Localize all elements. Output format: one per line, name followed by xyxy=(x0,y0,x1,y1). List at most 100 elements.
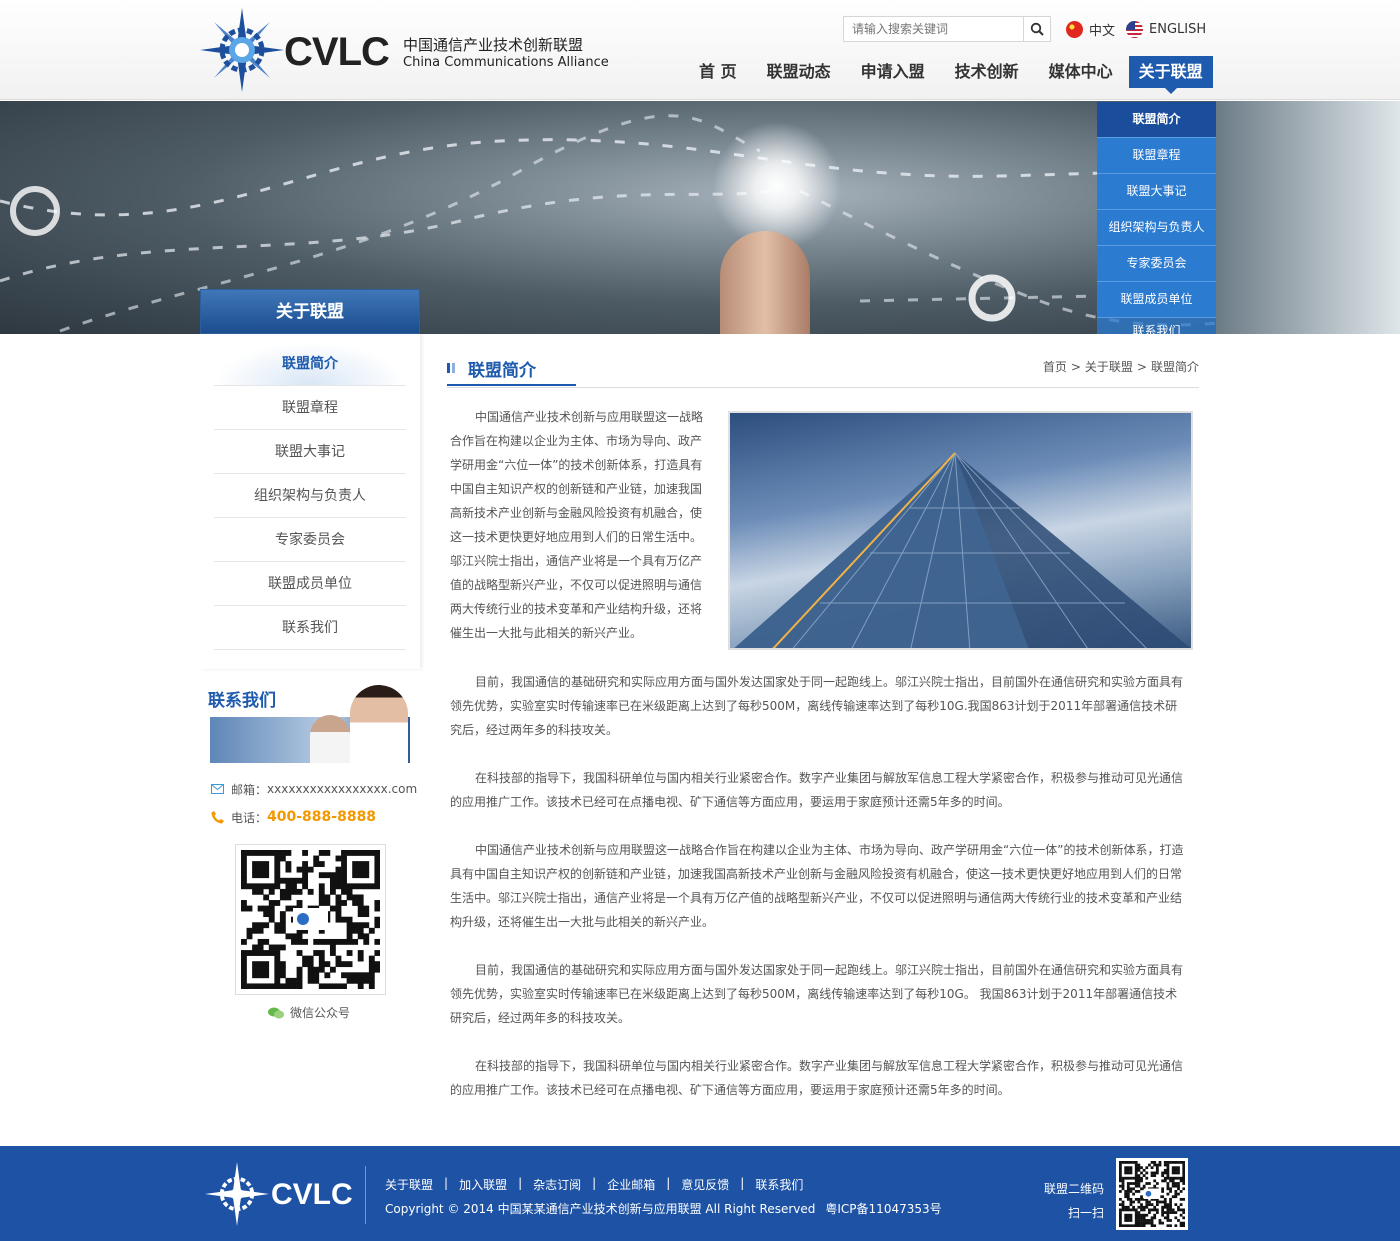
footer-qr-code-icon xyxy=(1119,1161,1186,1228)
contact-email: 邮箱： xxxxxxxxxxxxxxxxx.com xyxy=(210,779,417,799)
intro-paragraph-6: 在科技部的指导下，我国科研单位与国内相关行业紧密合作。数字产业集团与解放军信息工… xyxy=(450,1054,1188,1102)
phone-icon xyxy=(210,810,224,824)
lang-english-label: ENGLISH xyxy=(1149,21,1207,37)
footer-link-about[interactable]: 关于联盟 xyxy=(385,1176,433,1193)
site-footer: CVLC 关于联盟 | 加入联盟 | 杂志订阅 | 企业邮箱 | 意见反馈 | 联系我们 … xyxy=(0,1146,1400,1241)
title-marker-icon xyxy=(447,363,457,373)
banner-light-glow xyxy=(712,121,842,251)
nav-innovation[interactable]: 技术创新 xyxy=(941,56,1033,88)
phone-value: 400-888-8888 xyxy=(267,809,377,825)
lang-chinese-link[interactable]: 中文 xyxy=(1066,19,1115,39)
china-flag-icon xyxy=(1066,20,1083,38)
breadcrumb-separator: > xyxy=(1070,360,1081,374)
dropdown-item-events[interactable]: 联盟大事记 xyxy=(1097,174,1216,210)
sidebar-item-contact[interactable]: 联系我们 xyxy=(214,606,406,650)
dropdown-item-charter[interactable]: 联盟章程 xyxy=(1097,138,1216,174)
dropdown-item-experts[interactable]: 专家委员会 xyxy=(1097,246,1216,282)
phone-label: 电话： xyxy=(231,810,268,825)
footer-links: 关于联盟 | 加入联盟 | 杂志订阅 | 企业邮箱 | 意见反馈 | 联系我们 xyxy=(385,1176,803,1193)
footer-logo[interactable]: CVLC xyxy=(205,1160,355,1228)
logo-compass-icon xyxy=(200,8,284,92)
search-input[interactable] xyxy=(844,17,1024,41)
sidebar-item-organization[interactable]: 组织架构与负责人 xyxy=(214,474,406,518)
sidebar-nav: 联盟简介 联盟章程 联盟大事记 组织架构与负责人 专家委员会 联盟成员单位 联系… xyxy=(200,334,420,669)
building-photo xyxy=(728,411,1193,650)
footer-copyright: Copyright © 2014 中国某某通信产业技术创新与应用联盟 All R… xyxy=(385,1200,942,1217)
footer-link-magazine[interactable]: 杂志订阅 xyxy=(533,1176,581,1193)
paragraph-text: 中国通信产业技术创新与应用联盟这一战略合作旨在构建以企业为主体、市场为导向、政产… xyxy=(450,410,704,640)
footer-link-separator: | xyxy=(444,1176,449,1190)
wechat-caption: 微信公众号 xyxy=(268,1004,350,1021)
footer-qr-label: 联盟二维码 扫一扫 xyxy=(1040,1177,1104,1225)
email-value[interactable]: xxxxxxxxxxxxxxxxx.com xyxy=(267,782,417,796)
logo-wordmark: CVLC xyxy=(284,30,390,74)
content-title-text: 联盟简介 xyxy=(468,360,536,381)
search-box xyxy=(843,16,1051,42)
breadcrumb: 首页 > 关于联盟 > 联盟简介 xyxy=(1043,358,1199,375)
footer-link-feedback[interactable]: 意见反馈 xyxy=(681,1176,729,1193)
building-graphic xyxy=(734,452,1191,648)
footer-qr-label-1: 联盟二维码 xyxy=(1043,1182,1104,1196)
contact-person-female xyxy=(350,685,408,763)
wechat-caption-text: 微信公众号 xyxy=(290,1006,351,1020)
us-flag-icon xyxy=(1126,20,1143,38)
paragraph-text: 目前，我国通信的基础研究和实际应用方面与国外发达国家处于同一起跑线上。邬江兴院士… xyxy=(450,963,1184,1025)
wechat-qr-code xyxy=(235,844,386,995)
dropdown-item-contact[interactable]: 联系我们 xyxy=(1097,318,1216,334)
sidebar-item-charter[interactable]: 联盟章程 xyxy=(214,386,406,430)
paragraph-text: 中国通信产业技术创新与应用联盟这一战略合作旨在构建以企业为主体、市场为导向、政产… xyxy=(450,843,1184,929)
about-dropdown-menu: 联盟简介 联盟章程 联盟大事记 组织架构与负责人 专家委员会 联盟成员单位 联系… xyxy=(1097,102,1216,334)
nav-news[interactable]: 联盟动态 xyxy=(753,56,845,88)
footer-link-separator: | xyxy=(740,1176,745,1190)
copyright-text: Copyright © 2014 中国某某通信产业技术创新与应用联盟 All R… xyxy=(385,1202,816,1216)
intro-paragraph-5: 目前，我国通信的基础研究和实际应用方面与国外发达国家处于同一起跑线上。邬江兴院士… xyxy=(450,958,1188,1030)
nav-join[interactable]: 申请入盟 xyxy=(847,56,939,88)
search-icon xyxy=(1030,22,1044,36)
site-header: CVLC 中国通信产业技术创新联盟 China Communications A… xyxy=(0,0,1400,100)
breadcrumb-home[interactable]: 首页 xyxy=(1043,360,1067,374)
footer-divider xyxy=(365,1166,366,1224)
sidebar-item-intro[interactable]: 联盟简介 xyxy=(214,342,406,386)
contact-phone: 电话： 400-888-8888 xyxy=(210,807,376,827)
paragraph-text: 在科技部的指导下，我国科研单位与国内相关行业紧密合作。数字产业集团与解放军信息工… xyxy=(450,771,1184,809)
contact-person-male xyxy=(310,715,350,763)
icp-number: 粤ICP备11047353号 xyxy=(825,1202,942,1216)
intro-paragraph-4: 中国通信产业技术创新与应用联盟这一战略合作旨在构建以企业为主体、市场为导向、政产… xyxy=(450,838,1188,934)
breadcrumb-about[interactable]: 关于联盟 xyxy=(1085,360,1133,374)
search-button[interactable] xyxy=(1023,17,1050,41)
footer-link-separator: | xyxy=(592,1176,597,1190)
footer-qr-code xyxy=(1116,1158,1188,1230)
wechat-icon xyxy=(268,1007,284,1018)
sidebar-item-members[interactable]: 联盟成员单位 xyxy=(214,562,406,606)
paragraph-text: 目前，我国通信的基础研究和实际应用方面与国外发达国家处于同一起跑线上。邬江兴院士… xyxy=(450,675,1184,737)
site-logo[interactable]: CVLC 中国通信产业技术创新联盟 China Communications A… xyxy=(200,8,620,96)
breadcrumb-separator: > xyxy=(1136,360,1147,374)
dropdown-item-members[interactable]: 联盟成员单位 xyxy=(1097,282,1216,318)
breadcrumb-current: 联盟简介 xyxy=(1150,360,1199,374)
dropdown-item-intro[interactable]: 联盟简介 xyxy=(1097,102,1216,138)
content-header: 联盟简介 首页 > 关于联盟 > 联盟简介 xyxy=(447,350,1199,388)
contact-title: 联系我们 xyxy=(208,691,276,711)
footer-link-email[interactable]: 企业邮箱 xyxy=(607,1176,655,1193)
logo-chinese-name: 中国通信产业技术创新联盟 xyxy=(403,36,584,54)
logo-english-name: China Communications Alliance xyxy=(403,55,609,70)
sidebar-item-experts[interactable]: 专家委员会 xyxy=(214,518,406,562)
lang-english-link[interactable]: ENGLISH xyxy=(1126,19,1206,39)
dropdown-item-organization[interactable]: 组织架构与负责人 xyxy=(1097,210,1216,246)
footer-logo-wordmark: CVLC xyxy=(271,1178,353,1211)
nav-media[interactable]: 媒体中心 xyxy=(1035,56,1127,88)
content-title: 联盟简介 xyxy=(447,352,576,386)
banner-right-shade xyxy=(1216,101,1400,334)
footer-link-join[interactable]: 加入联盟 xyxy=(459,1176,507,1193)
nav-home[interactable]: 首 页 xyxy=(685,56,751,88)
intro-paragraph-2: 目前，我国通信的基础研究和实际应用方面与国外发达国家处于同一起跑线上。邬江兴院士… xyxy=(450,670,1188,742)
footer-link-separator: | xyxy=(518,1176,523,1190)
footer-link-contact[interactable]: 联系我们 xyxy=(755,1176,803,1193)
intro-paragraph-3: 在科技部的指导下，我国科研单位与国内相关行业紧密合作。数字产业集团与解放军信息工… xyxy=(450,766,1188,814)
lang-chinese-label: 中文 xyxy=(1089,23,1116,39)
footer-logo-compass-icon xyxy=(205,1162,269,1226)
sidebar-title: 关于联盟 xyxy=(200,289,420,334)
main-nav: 首 页 联盟动态 申请入盟 技术创新 媒体中心 关于联盟 xyxy=(685,56,1215,94)
sidebar-item-events[interactable]: 联盟大事记 xyxy=(214,430,406,474)
nav-about[interactable]: 关于联盟 xyxy=(1128,56,1213,94)
